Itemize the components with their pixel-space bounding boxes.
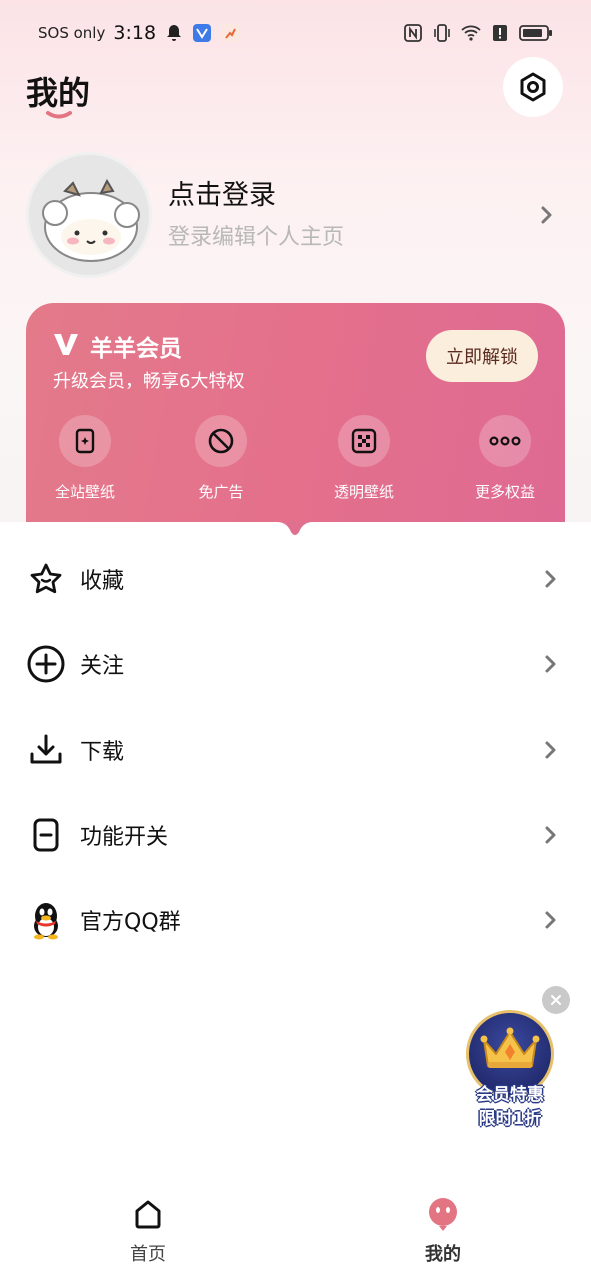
chevron-right-icon (545, 741, 556, 759)
avatar[interactable] (26, 152, 152, 278)
nav-profile[interactable]: 我的 (383, 1196, 503, 1266)
download-icon (26, 730, 66, 770)
alert-icon (493, 25, 507, 41)
app-notification-icon (193, 24, 212, 42)
star-icon (26, 559, 66, 599)
vip-subtitle: 升级会员，畅享6大特权 (53, 371, 245, 392)
menu-item-label: 官方QQ群 (80, 910, 181, 935)
battery-icon (519, 25, 552, 41)
close-icon (551, 995, 561, 1005)
login-subtitle[interactable]: 登录编辑个人主页 (168, 219, 344, 251)
login-title[interactable]: 点击登录 (168, 173, 276, 212)
sheep-avatar-icon (29, 155, 149, 275)
clock: 3:18 (113, 22, 157, 44)
vip-v-logo-icon (54, 334, 78, 355)
menu-item-label: 关注 (80, 654, 125, 679)
sheet-notch (277, 522, 313, 535)
menu-item-favorites[interactable]: 收藏 (0, 537, 591, 621)
promo-line2: 限时1折 (478, 1109, 542, 1129)
page-title: 我的 (26, 74, 91, 112)
promo-line1: 会员特惠 (476, 1085, 544, 1105)
settings-button[interactable] (503, 57, 563, 117)
perk-no-ads[interactable]: 免广告 (171, 415, 271, 502)
perk-label: 更多权益 (474, 483, 535, 501)
chevron-right-icon[interactable] (540, 204, 554, 226)
menu-item-feature-toggle[interactable]: 功能开关 (0, 793, 591, 877)
carrier-text: SOS only (38, 24, 106, 42)
nav-label: 首页 (130, 1244, 166, 1265)
perk-more[interactable]: 更多权益 (455, 415, 555, 502)
vip-promo-badge[interactable]: 会员特惠 限时1折 (462, 1008, 558, 1134)
bell-icon (167, 25, 182, 41)
unlock-button[interactable]: 立即解锁 (426, 330, 538, 382)
perk-wallpaper[interactable]: 全站壁纸 (35, 415, 135, 502)
wallpaper-icon (75, 428, 95, 454)
nfc-icon (404, 24, 422, 42)
more-icon (489, 436, 521, 446)
profile-face-icon (429, 1198, 457, 1231)
perk-label: 全站壁纸 (54, 483, 115, 501)
menu-item-downloads[interactable]: 下载 (0, 708, 591, 792)
menu-item-label: 收藏 (80, 569, 125, 594)
transparent-wallpaper-icon (351, 428, 377, 454)
chevron-right-icon (545, 911, 556, 929)
title-underline (46, 111, 72, 119)
chevron-right-icon (545, 570, 556, 588)
nav-home[interactable]: 首页 (88, 1196, 208, 1266)
qq-penguin-icon (26, 900, 66, 940)
plus-circle-icon (26, 644, 66, 684)
menu-item-label: 功能开关 (80, 825, 169, 850)
no-ads-icon (208, 428, 234, 454)
settings-gear-icon (520, 72, 546, 102)
wifi-icon (461, 25, 481, 41)
menu-item-follow[interactable]: 关注 (0, 622, 591, 706)
vibrate-icon (434, 24, 450, 42)
chevron-right-icon (545, 655, 556, 673)
status-bar: SOS only 3:18 (0, 0, 591, 66)
vip-card[interactable]: 羊羊会员 升级会员，畅享6大特权 立即解锁 全站壁纸 免广告 透明壁纸 更多权益 (26, 303, 565, 523)
toggle-icon (26, 815, 66, 855)
menu-item-label: 下载 (80, 740, 125, 765)
bottom-nav: 首页 我的 (0, 1182, 591, 1280)
perk-label: 透明壁纸 (333, 483, 394, 501)
crown-icon (480, 1027, 540, 1068)
menu-item-qq-group[interactable]: 官方QQ群 (0, 878, 591, 962)
home-icon (135, 1200, 161, 1229)
perk-label: 免广告 (198, 483, 244, 501)
vip-name: 羊羊会员 (90, 336, 182, 362)
sports-app-icon (221, 24, 240, 42)
nav-label: 我的 (425, 1244, 461, 1265)
chevron-right-icon (545, 826, 556, 844)
perk-transparent-wallpaper[interactable]: 透明壁纸 (314, 415, 414, 502)
